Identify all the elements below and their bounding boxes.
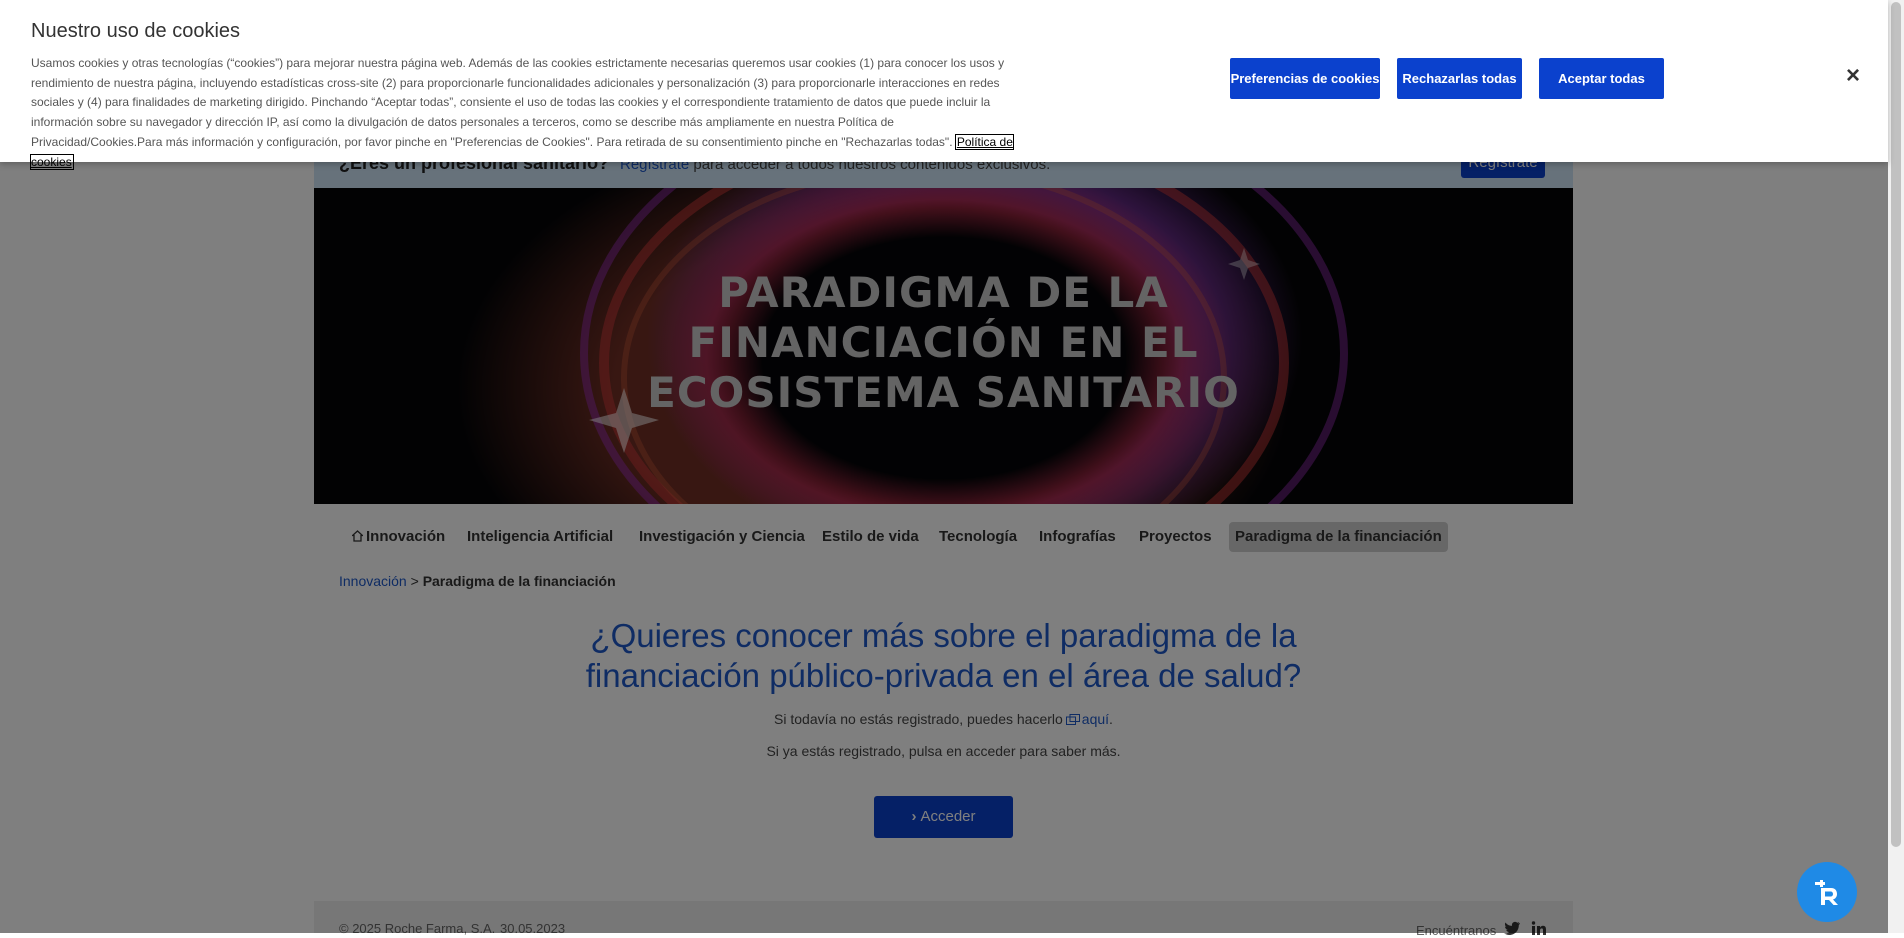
cookie-banner-text: Usamos cookies y otras tecnologías (“coo… xyxy=(30,54,1021,172)
cookie-banner-body: Usamos cookies y otras tecnologías (“coo… xyxy=(31,56,1005,149)
scrollbar-thumb[interactable] xyxy=(1891,2,1901,847)
cookie-preferences-button[interactable]: Preferencias de cookies xyxy=(1230,58,1380,99)
close-icon[interactable]: × xyxy=(1843,64,1863,88)
cookie-banner-title: Nuestro uso de cookies xyxy=(31,20,241,42)
assistant-icon xyxy=(1815,880,1838,905)
cookie-banner: Nuestro uso de cookies Usamos cookies y … xyxy=(0,0,1888,170)
cookie-accept-all-button[interactable]: Aceptar todas xyxy=(1539,58,1664,99)
help-chat-button[interactable] xyxy=(1797,862,1857,922)
scrollbar[interactable] xyxy=(1888,0,1904,933)
cookie-reject-all-button[interactable]: Rechazarlas todas xyxy=(1397,58,1522,99)
